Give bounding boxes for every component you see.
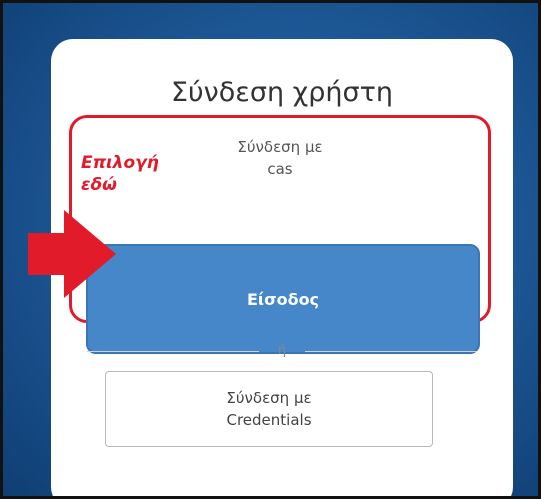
login-card: Σύνδεση χρήστη Σύνδεση με cas Είσοδος ή …: [51, 39, 513, 496]
divider-line-right: [305, 351, 477, 352]
annotation-line2: εδώ: [81, 175, 117, 195]
credentials-label-line1: Σύνδεση με: [226, 389, 312, 407]
right-arrow-icon: [28, 210, 116, 298]
or-divider: ή: [87, 343, 477, 361]
page-title: Σύνδεση χρήστη: [170, 77, 393, 108]
cas-login-button[interactable]: Είσοδος: [86, 244, 480, 354]
credentials-login-button[interactable]: Σύνδεση με Credentials: [105, 371, 433, 447]
annotation-text: Επιλογή εδώ: [81, 152, 159, 196]
credentials-label-line2: Credentials: [226, 411, 312, 429]
annotation-line1: Επιλογή: [81, 153, 159, 173]
cas-highlight-box: Σύνδεση με cas Είσοδος: [69, 115, 491, 354]
page-background: Σύνδεση χρήστη Σύνδεση με cas Είσοδος ή …: [0, 0, 541, 499]
